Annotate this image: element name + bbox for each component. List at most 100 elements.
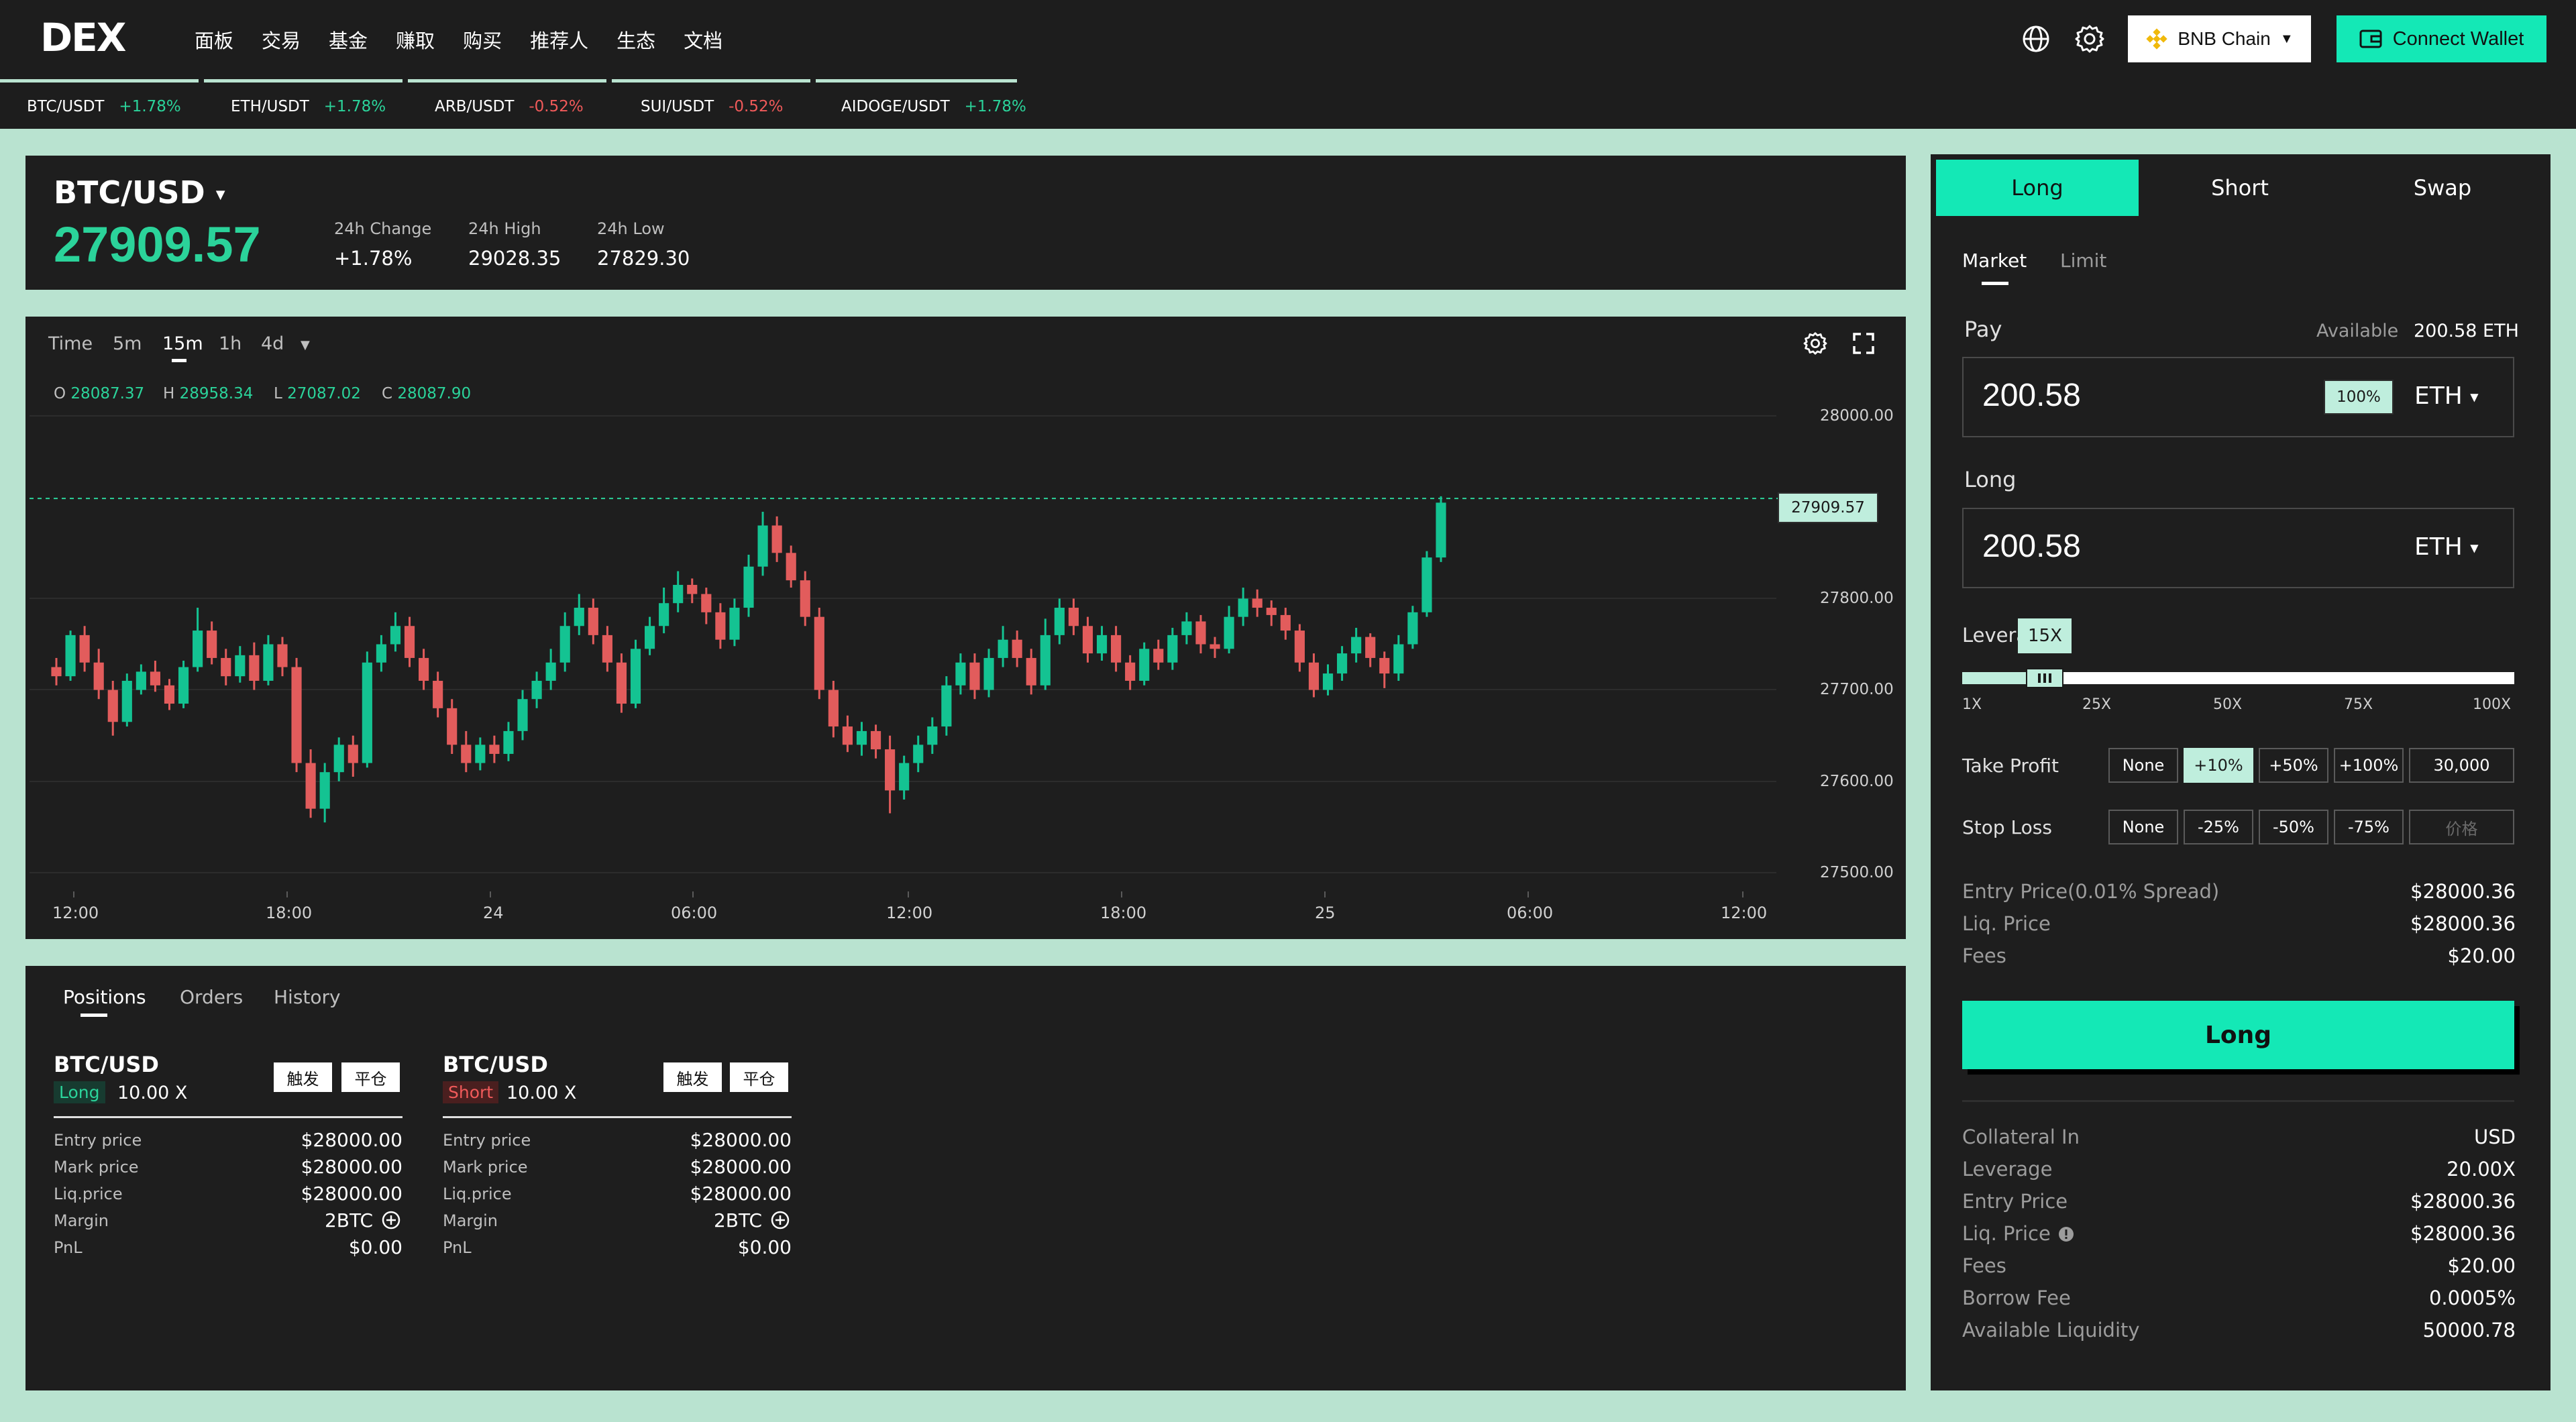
borrow-fee-value: 0.0005% [2428,1287,2516,1309]
tp-none-button[interactable]: None [2108,748,2178,783]
y-tick-label: 28000.00 [1820,407,1894,425]
leverage-mark: 75X [2344,696,2373,713]
nav-item-referral[interactable]: 推荐人 [530,25,588,54]
pay-input[interactable]: 200.58 100% ETH ▼ [1962,357,2514,437]
ticker-item-aidoge[interactable]: AIDOGE/USDT +1.78% [841,98,1026,115]
position-leverage: 10.00 X [506,1083,577,1103]
nav-item-fund[interactable]: 基金 [329,25,368,54]
tp-50-button[interactable]: +50% [2259,748,2328,783]
nav-item-trade[interactable]: 交易 [262,25,301,54]
tp-price-input[interactable]: 30,000 [2409,748,2514,783]
add-margin-icon[interactable] [381,1210,401,1230]
order-type-limit[interactable]: Limit [2060,250,2106,272]
settings-icon[interactable] [2073,22,2106,56]
close-position-button[interactable]: 平仓 [730,1062,788,1092]
pay-token-selector[interactable]: ETH ▼ [2414,382,2479,410]
nav-item-ecosystem[interactable]: 生态 [616,25,655,54]
connect-wallet-button[interactable]: Connect Wallet [2337,15,2546,62]
chain-selector[interactable]: BNB Chain ▼ [2128,15,2311,62]
order-type-market[interactable]: Market [1962,250,2027,272]
entry-price-value: $28000.00 [690,1129,792,1151]
leverage-mark: 50X [2213,696,2243,713]
globe-icon[interactable] [2019,22,2053,56]
pnl-value: $0.00 [348,1236,402,1258]
trigger-button[interactable]: 触发 [274,1062,332,1092]
ticker-item-arb[interactable]: ARB/USDT -0.52% [435,98,584,115]
liq-price-label: Liq.price [54,1185,123,1203]
candle-body [1436,502,1446,558]
nav-item-earn[interactable]: 赚取 [396,25,435,54]
x-tick-label: 18:00 [1100,904,1147,922]
nav-item-buy[interactable]: 购买 [463,25,502,54]
position-side-badge: Long [54,1081,105,1103]
x-tick-label: 18:00 [266,904,313,922]
ticker-divider [204,79,402,83]
max-button[interactable]: 100% [2324,380,2394,415]
sl-none-button[interactable]: None [2108,810,2178,844]
x-tick-label: 24 [483,904,504,922]
pair-label: BTC/USD [54,174,205,211]
ticker-change: +1.78% [323,98,386,115]
candle-body [828,690,839,727]
tp-100-button[interactable]: +100% [2334,748,2404,783]
tp-10-button[interactable]: +10% [2184,748,2253,783]
high-value: 29028.35 [468,247,561,270]
market-header: BTC/USD ▼ 27909.57 24h Change +1.78% 24h… [25,156,1906,290]
x-tick-label: 06:00 [1507,904,1554,922]
candle-body [602,635,612,663]
high-label: 24h High [468,219,541,238]
summary-fees-label: Fees [1962,1254,2006,1277]
candle-body [150,671,161,686]
long-input[interactable]: 200.58 ETH ▼ [1962,508,2514,588]
sl-25-button[interactable]: -25% [2184,810,2253,844]
tab-history[interactable]: History [274,986,341,1008]
candle-body [983,657,994,690]
app-logo[interactable]: DEX [40,15,126,60]
sl-75-button[interactable]: -75% [2334,810,2404,844]
sl-50-button[interactable]: -50% [2259,810,2328,844]
liquidity-value: 50000.78 [2422,1319,2516,1342]
candle-body [1026,657,1036,686]
candle-body [136,671,146,690]
sl-price-input[interactable]: 价格 [2409,810,2514,844]
close-position-button[interactable]: 平仓 [341,1062,400,1092]
liquidity-label: Available Liquidity [1962,1319,2140,1342]
submit-long-button[interactable]: Long [1962,1001,2514,1069]
ticker-pair: SUI/USDT [641,98,714,115]
ticker-item-eth[interactable]: ETH/USDT +1.78% [231,98,386,115]
positions-panel: Positions Orders History BTC/USD Long 10… [25,966,1906,1390]
candle-body [941,685,952,727]
candle-body [121,680,132,722]
add-margin-icon[interactable] [770,1210,790,1230]
ticker-change: +1.78% [964,98,1026,115]
summary-leverage-label: Leverage [1962,1158,2053,1181]
nav-item-dashboard[interactable]: 面板 [195,25,233,54]
pay-token: ETH [2414,382,2463,410]
fees-value: $20.00 [2447,944,2516,967]
candle-body [856,730,867,745]
x-tick-label: 12:00 [886,904,933,922]
tab-orders[interactable]: Orders [180,986,243,1008]
connect-wallet-label: Connect Wallet [2392,28,2524,50]
leverage-mark: 25X [2082,696,2112,713]
info-icon[interactable] [2058,1226,2074,1242]
chevron-down-icon: ▼ [2470,390,2479,404]
candle-body [729,608,740,640]
tab-swap[interactable]: Swap [2341,160,2544,216]
leverage-slider-handle[interactable] [2026,668,2064,688]
ticker-item-sui[interactable]: SUI/USDT -0.52% [641,98,783,115]
trigger-button[interactable]: 触发 [663,1062,722,1092]
pair-selector[interactable]: BTC/USD ▼ [54,174,225,211]
ticker-item-btc[interactable]: BTC/USDT +1.78% [27,98,181,115]
tab-positions[interactable]: Positions [63,986,146,1008]
candle-body [1012,639,1022,658]
x-tick-label: 12:00 [1721,904,1768,922]
candle-body [79,635,90,663]
ticker-divider [612,79,810,83]
nav-item-docs[interactable]: 文档 [684,25,722,54]
long-token-selector[interactable]: ETH ▼ [2414,533,2479,561]
candle-body [1153,649,1164,663]
candlestick-chart[interactable] [25,317,1906,939]
tab-short[interactable]: Short [2139,160,2341,216]
tab-long[interactable]: Long [1936,160,2139,216]
